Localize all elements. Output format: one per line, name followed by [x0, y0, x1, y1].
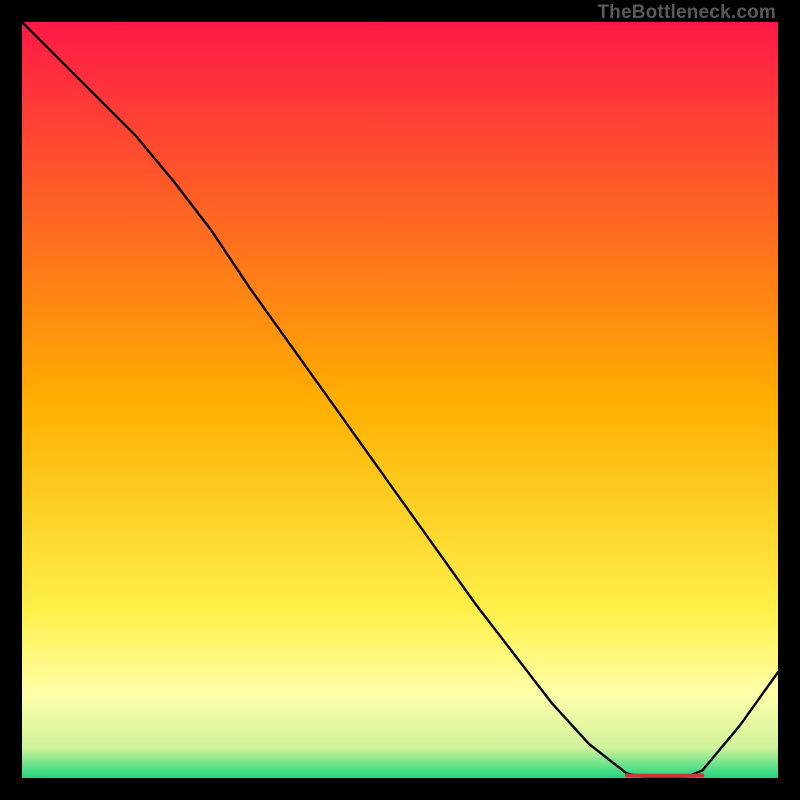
chart-container: TheBottleneck.com	[0, 0, 800, 800]
watermark-text: TheBottleneck.com	[597, 2, 776, 24]
plot-area	[22, 22, 778, 778]
chart-svg	[22, 22, 778, 778]
